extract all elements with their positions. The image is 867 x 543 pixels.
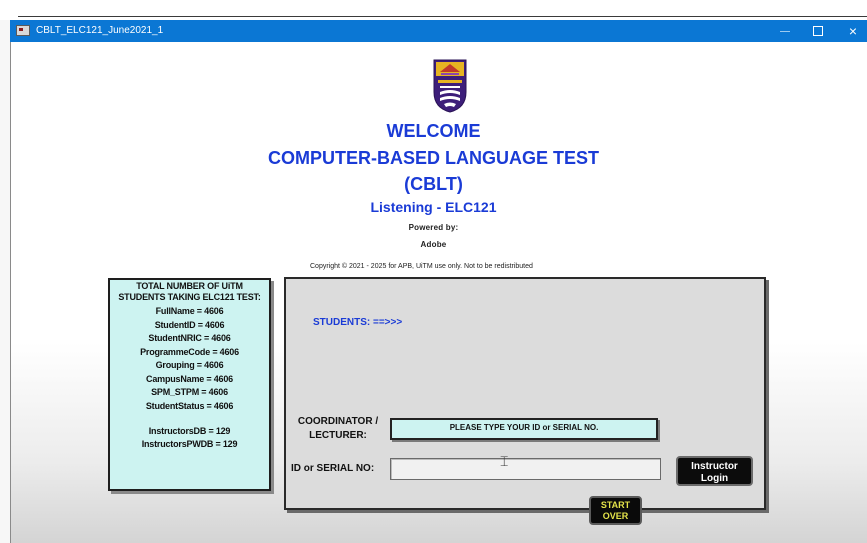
vendor-label: Adobe bbox=[420, 240, 447, 249]
stats-item-studentid: StudentID = 4606 bbox=[154, 320, 225, 330]
stats-item-instructorspwdb: InstructorsPWDB = 129 bbox=[141, 439, 238, 449]
maximize-button[interactable] bbox=[805, 23, 831, 39]
instructor-login-label-line1: Instructor bbox=[691, 461, 738, 472]
screen-top-border bbox=[18, 16, 867, 17]
stats-item-spm-stpm: SPM_STPM = 4606 bbox=[151, 387, 228, 397]
minimize-button[interactable] bbox=[772, 23, 798, 39]
coordinator-label-line1: COORDINATOR / bbox=[297, 416, 379, 427]
text-ibeam-cursor: ⌶ bbox=[500, 454, 509, 470]
start-over-label-line2: OVER bbox=[602, 511, 629, 521]
stats-heading-line2: STUDENTS TAKING ELC121 TEST: bbox=[118, 292, 261, 302]
stats-item-campusname: CampusName = 4606 bbox=[146, 374, 233, 384]
stats-heading-line1: TOTAL NUMBER OF UiTM bbox=[136, 281, 243, 291]
welcome-heading: WELCOME bbox=[386, 121, 481, 141]
id-serial-input[interactable] bbox=[390, 458, 661, 480]
screen-top-strip bbox=[0, 0, 867, 20]
start-over-button[interactable]: START OVER bbox=[589, 496, 642, 525]
students-label: STUDENTS: ==>>> bbox=[313, 317, 403, 328]
window-titlebar[interactable]: CBLT_ELC121_June2021_1 × bbox=[10, 20, 867, 42]
start-over-label-line1: START bbox=[600, 500, 631, 510]
app-window-icon bbox=[16, 25, 30, 36]
stats-item-fullname: FullName = 4606 bbox=[155, 306, 224, 316]
stats-item-studentstatus: StudentStatus = 4606 bbox=[145, 401, 234, 411]
test-subtitle: Listening - ELC121 bbox=[370, 199, 497, 215]
id-serial-label: ID or SERIAL NO: bbox=[291, 463, 375, 474]
window-title: CBLT_ELC121_June2021_1 bbox=[36, 25, 164, 36]
test-abbrev-heading: (CBLT) bbox=[404, 174, 463, 194]
instructor-login-button[interactable]: Instructor Login bbox=[676, 456, 753, 486]
coordinator-prompt-box: PLEASE TYPE YOUR ID or SERIAL NO. bbox=[390, 418, 658, 440]
window-left-border bbox=[10, 42, 11, 543]
coordinator-label: COORDINATOR / LECTURER: bbox=[291, 415, 385, 443]
copyright-notice: Copyright © 2021 - 2025 for APB, UiTM us… bbox=[310, 263, 533, 270]
stats-item-instructorsdb: InstructorsDB = 129 bbox=[148, 426, 231, 436]
stats-item-studentnric: StudentNRIC = 4606 bbox=[148, 333, 231, 343]
student-stats-panel: TOTAL NUMBER OF UiTM STUDENTS TAKING ELC… bbox=[108, 278, 271, 491]
close-button[interactable]: × bbox=[840, 23, 866, 39]
instructor-login-label-line2: Login bbox=[700, 473, 729, 484]
powered-by-label: Powered by: bbox=[408, 223, 459, 232]
stats-item-programmecode: ProgrammeCode = 4606 bbox=[140, 347, 239, 357]
test-title-heading: COMPUTER-BASED LANGUAGE TEST bbox=[267, 148, 599, 168]
uitm-crest-logo bbox=[433, 59, 467, 113]
coordinator-label-line2: LECTURER: bbox=[309, 430, 367, 441]
stats-item-grouping: Grouping = 4606 bbox=[155, 360, 224, 370]
